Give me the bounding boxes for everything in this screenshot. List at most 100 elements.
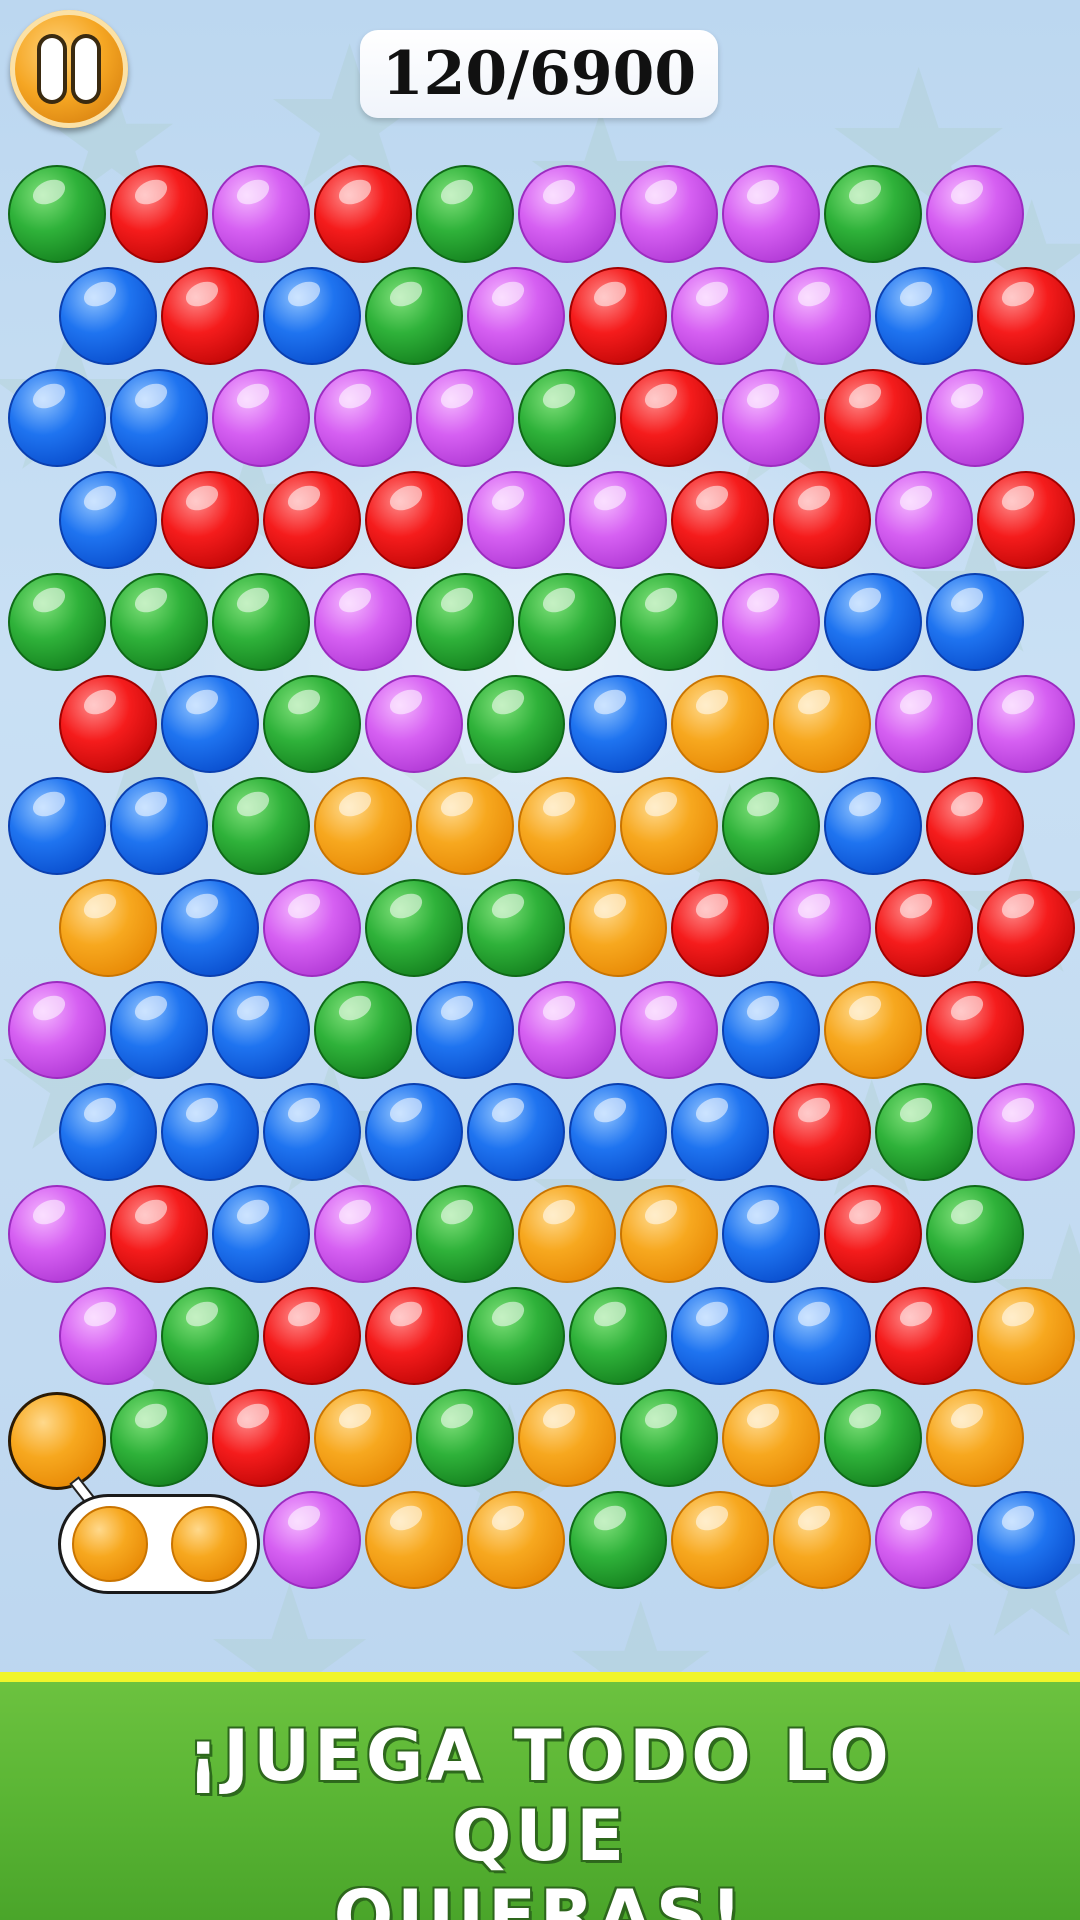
purple-bubble (875, 471, 973, 569)
red-bubble (59, 675, 157, 773)
purple-bubble (518, 165, 616, 263)
green-bubble (620, 1389, 718, 1487)
green-bubble (569, 1287, 667, 1385)
orange-bubble (773, 1491, 871, 1589)
purple-bubble (467, 267, 565, 365)
bubble-grid[interactable] (0, 0, 1080, 1920)
blue-bubble (59, 471, 157, 569)
orange-bubble (671, 675, 769, 773)
purple-bubble (365, 675, 463, 773)
blue-bubble (110, 981, 208, 1079)
blue-bubble (569, 1083, 667, 1181)
green-bubble (416, 1389, 514, 1487)
orange-bubble (722, 1389, 820, 1487)
purple-bubble (467, 471, 565, 569)
purple-bubble (263, 879, 361, 977)
blue-bubble (824, 573, 922, 671)
green-bubble (926, 1185, 1024, 1283)
pause-bar-right (75, 38, 97, 100)
green-bubble (518, 369, 616, 467)
blue-bubble (8, 777, 106, 875)
purple-bubble (314, 369, 412, 467)
blue-bubble (59, 267, 157, 365)
score-panel: 120/6900 (360, 30, 718, 118)
green-bubble (416, 573, 514, 671)
blue-bubble (161, 675, 259, 773)
green-bubble (365, 879, 463, 977)
game-screen[interactable]: ★★★★★★★★★★★★★★★★★★★★★★★★★ 120/6900 ¡JUEG… (0, 0, 1080, 1920)
green-bubble (8, 573, 106, 671)
pause-button[interactable] (10, 10, 128, 128)
orange-bubble (314, 777, 412, 875)
orange-bubble (824, 981, 922, 1079)
green-bubble (416, 165, 514, 263)
purple-bubble (263, 1491, 361, 1589)
blue-bubble (569, 675, 667, 773)
red-bubble (773, 1083, 871, 1181)
red-bubble (569, 267, 667, 365)
score-text: 120/6900 (381, 39, 697, 109)
green-bubble (875, 1083, 973, 1181)
red-bubble (875, 1287, 973, 1385)
red-bubble (110, 1185, 208, 1283)
red-bubble (977, 471, 1075, 569)
red-bubble (365, 471, 463, 569)
promo-line-2: QUIERAS! (333, 1875, 747, 1920)
purple-bubble (722, 369, 820, 467)
current-bubble[interactable] (8, 1392, 106, 1490)
red-bubble (161, 471, 259, 569)
pause-bar-left (41, 38, 63, 100)
next-bubble[interactable] (171, 1506, 247, 1582)
green-bubble (824, 1389, 922, 1487)
green-bubble (824, 165, 922, 263)
green-bubble (212, 573, 310, 671)
purple-bubble (926, 369, 1024, 467)
purple-bubble (722, 165, 820, 263)
purple-bubble (212, 165, 310, 263)
red-bubble (977, 267, 1075, 365)
blue-bubble (467, 1083, 565, 1181)
red-bubble (824, 1185, 922, 1283)
blue-bubble (416, 981, 514, 1079)
green-bubble (416, 1185, 514, 1283)
blue-bubble (926, 573, 1024, 671)
green-bubble (620, 573, 718, 671)
next-bubble[interactable] (72, 1506, 148, 1582)
purple-bubble (8, 981, 106, 1079)
green-bubble (569, 1491, 667, 1589)
orange-bubble (416, 777, 514, 875)
red-bubble (263, 1287, 361, 1385)
orange-bubble (518, 1185, 616, 1283)
orange-bubble (620, 1185, 718, 1283)
promo-banner: ¡JUEGA TODO LO QUE QUIERAS! (0, 1672, 1080, 1920)
red-bubble (263, 471, 361, 569)
purple-bubble (671, 267, 769, 365)
blue-bubble (722, 981, 820, 1079)
purple-bubble (8, 1185, 106, 1283)
green-bubble (110, 1389, 208, 1487)
orange-bubble (926, 1389, 1024, 1487)
orange-bubble (671, 1491, 769, 1589)
red-bubble (824, 369, 922, 467)
blue-bubble (365, 1083, 463, 1181)
red-bubble (314, 165, 412, 263)
orange-bubble (365, 1491, 463, 1589)
purple-bubble (722, 573, 820, 671)
red-bubble (620, 369, 718, 467)
red-bubble (212, 1389, 310, 1487)
blue-bubble (59, 1083, 157, 1181)
blue-bubble (110, 369, 208, 467)
orange-bubble (467, 1491, 565, 1589)
purple-bubble (977, 1083, 1075, 1181)
green-bubble (110, 573, 208, 671)
blue-bubble (161, 879, 259, 977)
purple-bubble (773, 879, 871, 977)
green-bubble (212, 777, 310, 875)
blue-bubble (722, 1185, 820, 1283)
purple-bubble (977, 675, 1075, 773)
blue-bubble (875, 267, 973, 365)
green-bubble (365, 267, 463, 365)
blue-bubble (212, 1185, 310, 1283)
green-bubble (722, 777, 820, 875)
next-bubbles-holder[interactable] (58, 1494, 260, 1594)
